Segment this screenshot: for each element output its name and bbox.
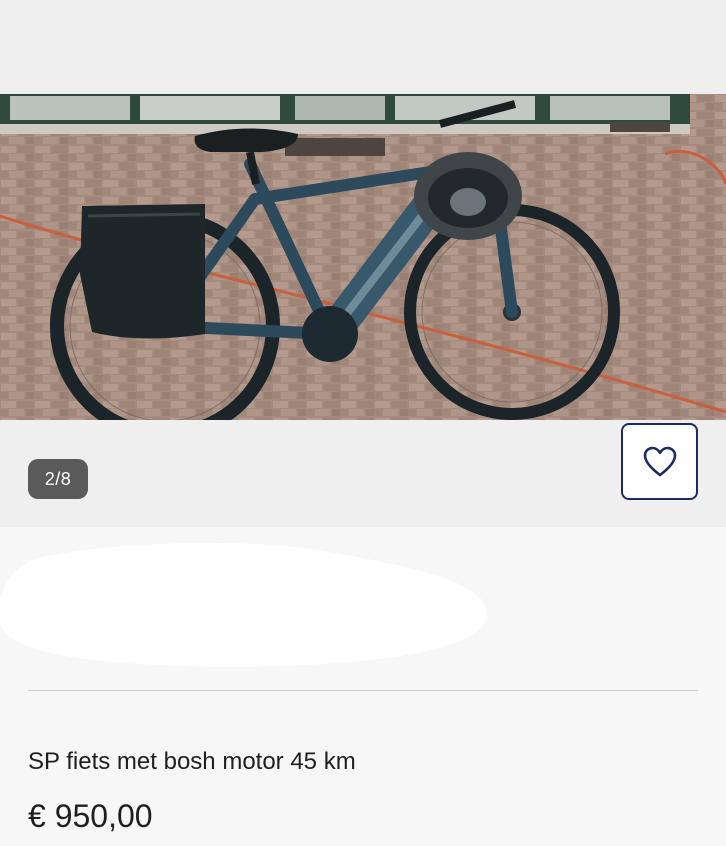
listing-photo[interactable] (0, 94, 726, 420)
heart-icon (643, 446, 676, 476)
photo-counter-text: 2/8 (44, 468, 72, 489)
listing-title: SP fiets met bosh motor 45 km (28, 748, 356, 775)
listing-price: € 950,00 (28, 798, 153, 834)
redacted-area (0, 542, 487, 667)
image-gallery[interactable]: 2/8 (0, 0, 726, 527)
section-divider (28, 690, 698, 691)
favorite-button[interactable] (621, 423, 698, 500)
photo-counter: 2/8 (28, 459, 88, 499)
bicycle-photo (0, 94, 726, 420)
